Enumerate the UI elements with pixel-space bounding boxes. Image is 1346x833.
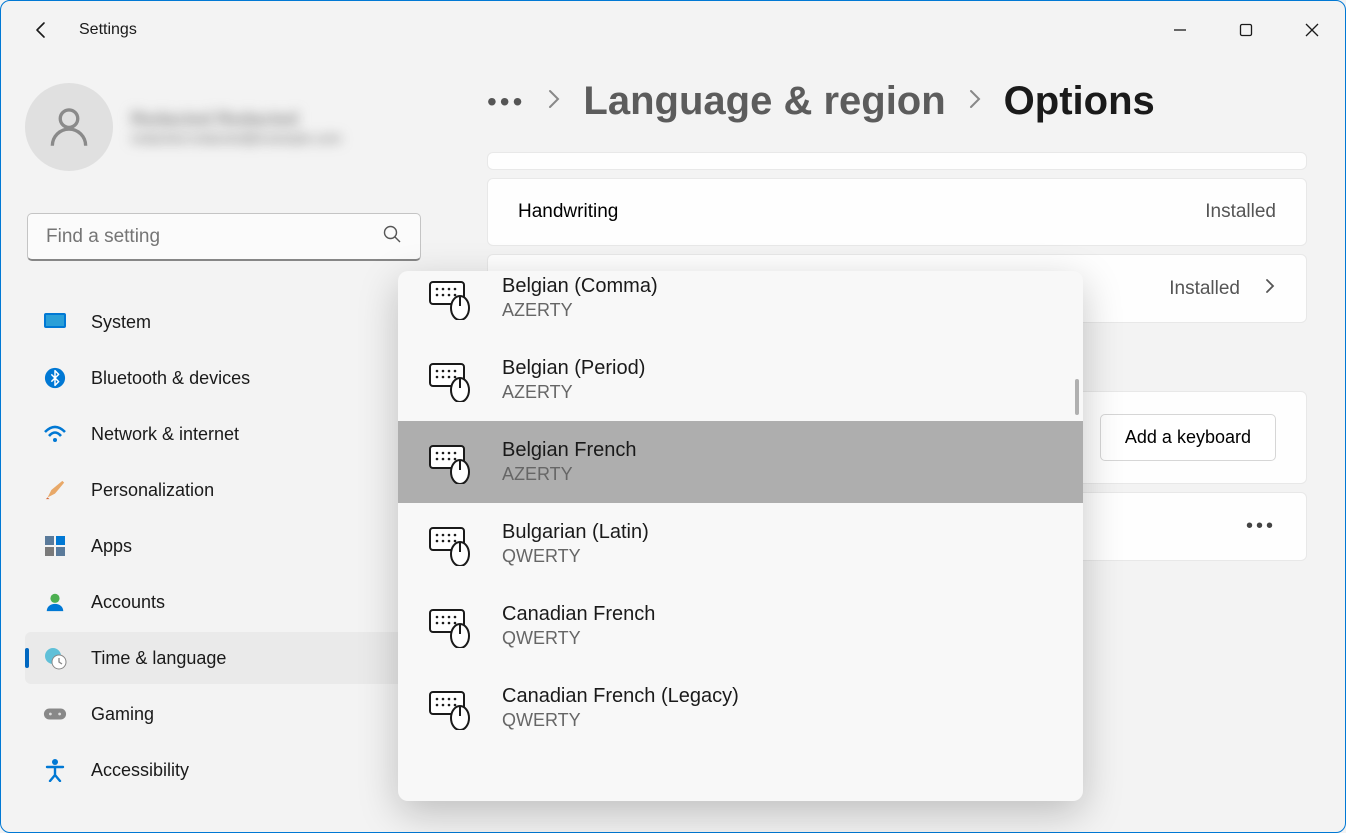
more-options-button[interactable]: ••• xyxy=(1246,515,1276,538)
breadcrumb: ••• Language & region Options xyxy=(487,79,1307,124)
sidebar-item-apps[interactable]: Apps xyxy=(25,520,425,572)
sidebar-item-label: System xyxy=(91,312,151,333)
sidebar-item-accessibility[interactable]: Accessibility xyxy=(25,744,425,796)
sidebar: System Bluetooth & devices Network & int… xyxy=(25,296,425,796)
sidebar-item-bluetooth[interactable]: Bluetooth & devices xyxy=(25,352,425,404)
keyboard-name: Belgian (Comma) xyxy=(502,275,658,298)
card-status: Installed xyxy=(1169,278,1240,300)
keyboard-name: Canadian French (Legacy) xyxy=(502,685,739,708)
apps-icon xyxy=(43,534,67,558)
keyboard-layout-item[interactable]: Belgian (Period) AZERTY xyxy=(398,339,1083,421)
sidebar-item-label: Gaming xyxy=(91,704,154,725)
keyboard-layout-item[interactable]: Belgian French AZERTY xyxy=(398,421,1083,503)
sidebar-item-label: Accessibility xyxy=(91,760,189,781)
close-button[interactable] xyxy=(1279,5,1345,55)
sidebar-item-system[interactable]: System xyxy=(25,296,425,348)
keyboard-name: Bulgarian (Latin) xyxy=(502,521,649,544)
gamepad-icon xyxy=(43,702,67,726)
user-profile[interactable]: Redacted Redacted redacted.redacted@exam… xyxy=(25,83,341,171)
add-keyboard-button[interactable]: Add a keyboard xyxy=(1100,414,1276,461)
search-input[interactable] xyxy=(46,226,382,248)
bluetooth-icon xyxy=(43,366,67,390)
keyboard-icon xyxy=(428,276,472,320)
card-partial-top[interactable] xyxy=(487,152,1307,170)
chevron-right-icon xyxy=(1264,277,1276,300)
breadcrumb-parent-link[interactable]: Language & region xyxy=(583,79,945,124)
sidebar-item-label: Apps xyxy=(91,536,132,557)
breadcrumb-current: Options xyxy=(1004,79,1155,124)
keyboard-icon xyxy=(428,440,472,484)
keyboard-layout-item[interactable]: Canadian French (Legacy) QWERTY xyxy=(398,667,1083,749)
keyboard-icon xyxy=(428,358,472,402)
titlebar: Settings xyxy=(1,1,1345,59)
keyboard-layout-item[interactable]: Canadian French QWERTY xyxy=(398,585,1083,667)
keyboard-layout-item[interactable]: Bulgarian (Latin) QWERTY xyxy=(398,503,1083,585)
user-text: Redacted Redacted redacted.redacted@exam… xyxy=(131,109,341,146)
chevron-right-icon xyxy=(547,88,561,116)
sidebar-item-label: Time & language xyxy=(91,648,226,669)
paintbrush-icon xyxy=(43,478,67,502)
keyboard-layout: QWERTY xyxy=(502,628,655,649)
keyboard-icon xyxy=(428,604,472,648)
keyboard-layout-list[interactable]: Belgian (Comma) AZERTY Belgian (Period) … xyxy=(398,271,1083,801)
wifi-icon xyxy=(43,422,67,446)
user-name: Redacted Redacted xyxy=(131,109,341,130)
keyboard-layout-popup: Belgian (Comma) AZERTY Belgian (Period) … xyxy=(398,271,1083,801)
keyboard-name: Belgian (Period) xyxy=(502,357,645,380)
card-title: Handwriting xyxy=(518,201,618,223)
window-controls xyxy=(1147,5,1345,55)
sidebar-item-label: Network & internet xyxy=(91,424,239,445)
keyboard-icon xyxy=(428,522,472,566)
sidebar-item-time-language[interactable]: Time & language xyxy=(25,632,425,684)
minimize-button[interactable] xyxy=(1147,5,1213,55)
keyboard-name: Canadian French xyxy=(502,603,655,626)
keyboard-layout: QWERTY xyxy=(502,546,649,567)
keyboard-layout: AZERTY xyxy=(502,382,645,403)
breadcrumb-more-button[interactable]: ••• xyxy=(487,86,525,118)
keyboard-name: Belgian French xyxy=(502,439,637,462)
sidebar-item-personalization[interactable]: Personalization xyxy=(25,464,425,516)
keyboard-layout: QWERTY xyxy=(502,710,739,731)
app-title: Settings xyxy=(79,21,137,39)
keyboard-layout: AZERTY xyxy=(502,300,658,321)
sidebar-item-label: Accounts xyxy=(91,592,165,613)
sidebar-item-gaming[interactable]: Gaming xyxy=(25,688,425,740)
sidebar-item-label: Bluetooth & devices xyxy=(91,368,250,389)
search-box[interactable] xyxy=(27,213,421,261)
sidebar-item-accounts[interactable]: Accounts xyxy=(25,576,425,628)
keyboard-layout-item[interactable]: Belgian (Comma) AZERTY xyxy=(398,271,1083,339)
search-icon xyxy=(382,224,402,249)
user-email: redacted.redacted@example.com xyxy=(131,130,341,146)
sidebar-item-network[interactable]: Network & internet xyxy=(25,408,425,460)
globe-clock-icon xyxy=(43,646,67,670)
sidebar-item-label: Personalization xyxy=(91,480,214,501)
back-button[interactable] xyxy=(25,13,59,47)
card-status: Installed xyxy=(1205,201,1276,223)
chevron-right-icon xyxy=(968,88,982,116)
keyboard-icon xyxy=(428,686,472,730)
person-icon xyxy=(43,590,67,614)
display-icon xyxy=(43,310,67,334)
scrollbar-thumb[interactable] xyxy=(1075,379,1079,415)
maximize-button[interactable] xyxy=(1213,5,1279,55)
accessibility-icon xyxy=(43,758,67,782)
card-handwriting[interactable]: Handwriting Installed xyxy=(487,178,1307,246)
avatar xyxy=(25,83,113,171)
keyboard-layout: AZERTY xyxy=(502,464,637,485)
